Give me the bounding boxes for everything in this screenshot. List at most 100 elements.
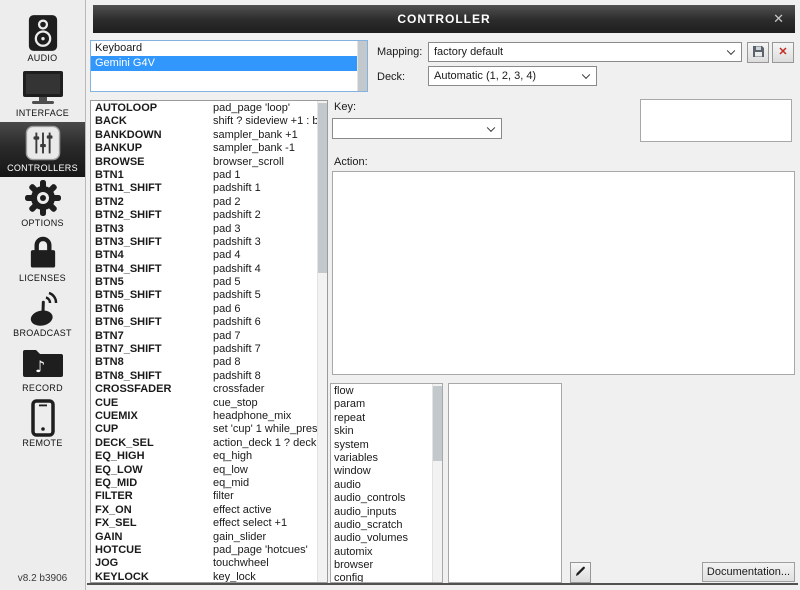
action-category-item[interactable]: window xyxy=(331,465,432,478)
control-row[interactable]: BTN6_SHIFTpadshift 6 xyxy=(91,316,317,329)
action-category-item[interactable]: flow xyxy=(331,385,432,398)
control-key: BTN2_SHIFT xyxy=(95,209,213,222)
close-icon[interactable]: ✕ xyxy=(773,5,784,33)
mapping-label: Mapping: xyxy=(377,46,422,58)
save-mapping-button[interactable] xyxy=(747,42,769,63)
device-list-item[interactable]: Gemini G4V xyxy=(91,56,367,71)
control-action: headphone_mix xyxy=(213,410,291,422)
control-row[interactable]: BTN2_SHIFTpadshift 2 xyxy=(91,209,317,222)
control-row[interactable]: EQ_LOWeq_low xyxy=(91,464,317,477)
control-row[interactable]: BROWSEbrowser_scroll xyxy=(91,156,317,169)
control-row[interactable]: BTN3pad 3 xyxy=(91,223,317,236)
sidebar-item-label: OPTIONS xyxy=(21,218,64,228)
device-list-scrollbar[interactable] xyxy=(357,41,367,91)
deck-label: Deck: xyxy=(377,71,405,83)
control-action: sampler_bank +1 xyxy=(213,129,298,141)
action-category-item[interactable]: skin xyxy=(331,425,432,438)
action-category-item[interactable]: audio_inputs xyxy=(331,506,432,519)
control-row[interactable]: CUEMIXheadphone_mix xyxy=(91,410,317,423)
sidebar-item-audio[interactable]: AUDIO xyxy=(0,12,85,67)
mapping-select[interactable]: factory default xyxy=(428,42,742,62)
control-action: padshift 1 xyxy=(213,182,261,194)
action-category-item[interactable]: automix xyxy=(331,546,432,559)
control-row[interactable]: FX_ONeffect active xyxy=(91,504,317,517)
control-mapping-list[interactable]: AUTOLOOPpad_page 'loop' BACKshift ? side… xyxy=(90,100,328,583)
action-category-item[interactable]: system xyxy=(331,439,432,452)
control-row[interactable]: BTN4pad 4 xyxy=(91,249,317,262)
control-action: sampler_bank -1 xyxy=(213,142,295,154)
control-row[interactable]: BTN8_SHIFTpadshift 8 xyxy=(91,370,317,383)
sidebar-item-broadcast[interactable]: BROADCAST xyxy=(0,287,85,342)
action-input[interactable] xyxy=(332,171,795,375)
gear-icon xyxy=(0,177,85,218)
device-list[interactable]: KeyboardGemini G4V xyxy=(90,40,368,92)
sidebar: AUDIO INTERFACE CONTROLLERS OPTIONS xyxy=(0,0,86,590)
action-category-item[interactable]: audio xyxy=(331,479,432,492)
control-key: BTN7_SHIFT xyxy=(95,343,213,356)
documentation-button[interactable]: Documentation... xyxy=(702,562,795,582)
control-row[interactable]: BTN5pad 5 xyxy=(91,276,317,289)
sidebar-item-controllers[interactable]: CONTROLLERS xyxy=(0,122,85,177)
deck-select-value: Automatic (1, 2, 3, 4) xyxy=(434,70,536,82)
floppy-icon xyxy=(752,45,765,61)
control-action: padshift 3 xyxy=(213,236,261,248)
control-list-scrollbar[interactable] xyxy=(317,101,327,582)
sidebar-item-label: RECORD xyxy=(22,383,63,393)
control-row[interactable]: BTN7_SHIFTpadshift 7 xyxy=(91,343,317,356)
control-row[interactable]: BTN5_SHIFTpadshift 5 xyxy=(91,289,317,302)
control-row[interactable]: BTN1pad 1 xyxy=(91,169,317,182)
control-action: padshift 4 xyxy=(213,263,261,275)
control-row[interactable]: CUPset 'cup' 1 while_press xyxy=(91,423,317,436)
action-category-item[interactable]: config xyxy=(331,572,432,583)
control-key: BTN6_SHIFT xyxy=(95,316,213,329)
sidebar-item-options[interactable]: OPTIONS xyxy=(0,177,85,232)
key-label: Key: xyxy=(334,101,356,113)
action-category-item[interactable]: browser xyxy=(331,559,432,572)
control-row[interactable]: BTN6pad 6 xyxy=(91,303,317,316)
control-action: pad 3 xyxy=(213,223,241,235)
control-row[interactable]: HOTCUEpad_page 'hotcues' xyxy=(91,544,317,557)
action-category-item[interactable]: audio_scratch xyxy=(331,519,432,532)
chevron-down-icon xyxy=(487,123,495,131)
action-category-item[interactable]: audio_controls xyxy=(331,492,432,505)
action-category-item[interactable]: param xyxy=(331,398,432,411)
delete-mapping-button[interactable]: ✕ xyxy=(772,42,794,63)
control-row[interactable]: BANKDOWNsampler_bank +1 xyxy=(91,129,317,142)
control-row[interactable]: BTN3_SHIFTpadshift 3 xyxy=(91,236,317,249)
control-row[interactable]: KEYLOCKkey_lock xyxy=(91,571,317,583)
action-category-item[interactable]: audio_volumes xyxy=(331,532,432,545)
control-row[interactable]: AUTOLOOPpad_page 'loop' xyxy=(91,102,317,115)
sidebar-item-record[interactable]: ♪ RECORD xyxy=(0,342,85,397)
action-category-item[interactable]: repeat xyxy=(331,412,432,425)
key-select[interactable] xyxy=(332,118,502,139)
sidebar-item-remote[interactable]: REMOTE xyxy=(0,397,85,452)
control-row[interactable]: EQ_MIDeq_mid xyxy=(91,477,317,490)
control-row[interactable]: BTN2pad 2 xyxy=(91,196,317,209)
control-row[interactable]: BANKUPsampler_bank -1 xyxy=(91,142,317,155)
monitor-icon xyxy=(0,67,85,108)
deck-select[interactable]: Automatic (1, 2, 3, 4) xyxy=(428,66,597,86)
action-category-item[interactable]: variables xyxy=(331,452,432,465)
control-row[interactable]: FILTERfilter xyxy=(91,490,317,503)
category-list-scrollbar[interactable] xyxy=(432,384,442,582)
control-action: pad 8 xyxy=(213,356,241,368)
control-row[interactable]: BTN7pad 7 xyxy=(91,330,317,343)
sidebar-item-label: BROADCAST xyxy=(13,328,72,338)
sidebar-item-licenses[interactable]: LICENSES xyxy=(0,232,85,287)
control-row[interactable]: BACKshift ? sideview +1 : br xyxy=(91,115,317,128)
action-category-list[interactable]: flowparamrepeatskinsystemvariableswindow… xyxy=(330,383,443,583)
control-row[interactable]: BTN4_SHIFTpadshift 4 xyxy=(91,263,317,276)
sidebar-item-interface[interactable]: INTERFACE xyxy=(0,67,85,122)
control-row[interactable]: CROSSFADERcrossfader xyxy=(91,383,317,396)
control-row[interactable]: FX_SELeffect select +1 xyxy=(91,517,317,530)
control-row[interactable]: GAINgain_slider xyxy=(91,531,317,544)
device-list-item[interactable]: Keyboard xyxy=(91,41,367,56)
control-row[interactable]: DECK_SELaction_deck 1 ? deck 3 xyxy=(91,437,317,450)
control-row[interactable]: BTN8pad 8 xyxy=(91,356,317,369)
control-row[interactable]: EQ_HIGHeq_high xyxy=(91,450,317,463)
edit-action-button[interactable] xyxy=(570,562,591,583)
control-row[interactable]: JOGtouchwheel xyxy=(91,557,317,570)
action-sublist[interactable] xyxy=(448,383,562,583)
control-row[interactable]: CUEcue_stop xyxy=(91,397,317,410)
control-row[interactable]: BTN1_SHIFTpadshift 1 xyxy=(91,182,317,195)
